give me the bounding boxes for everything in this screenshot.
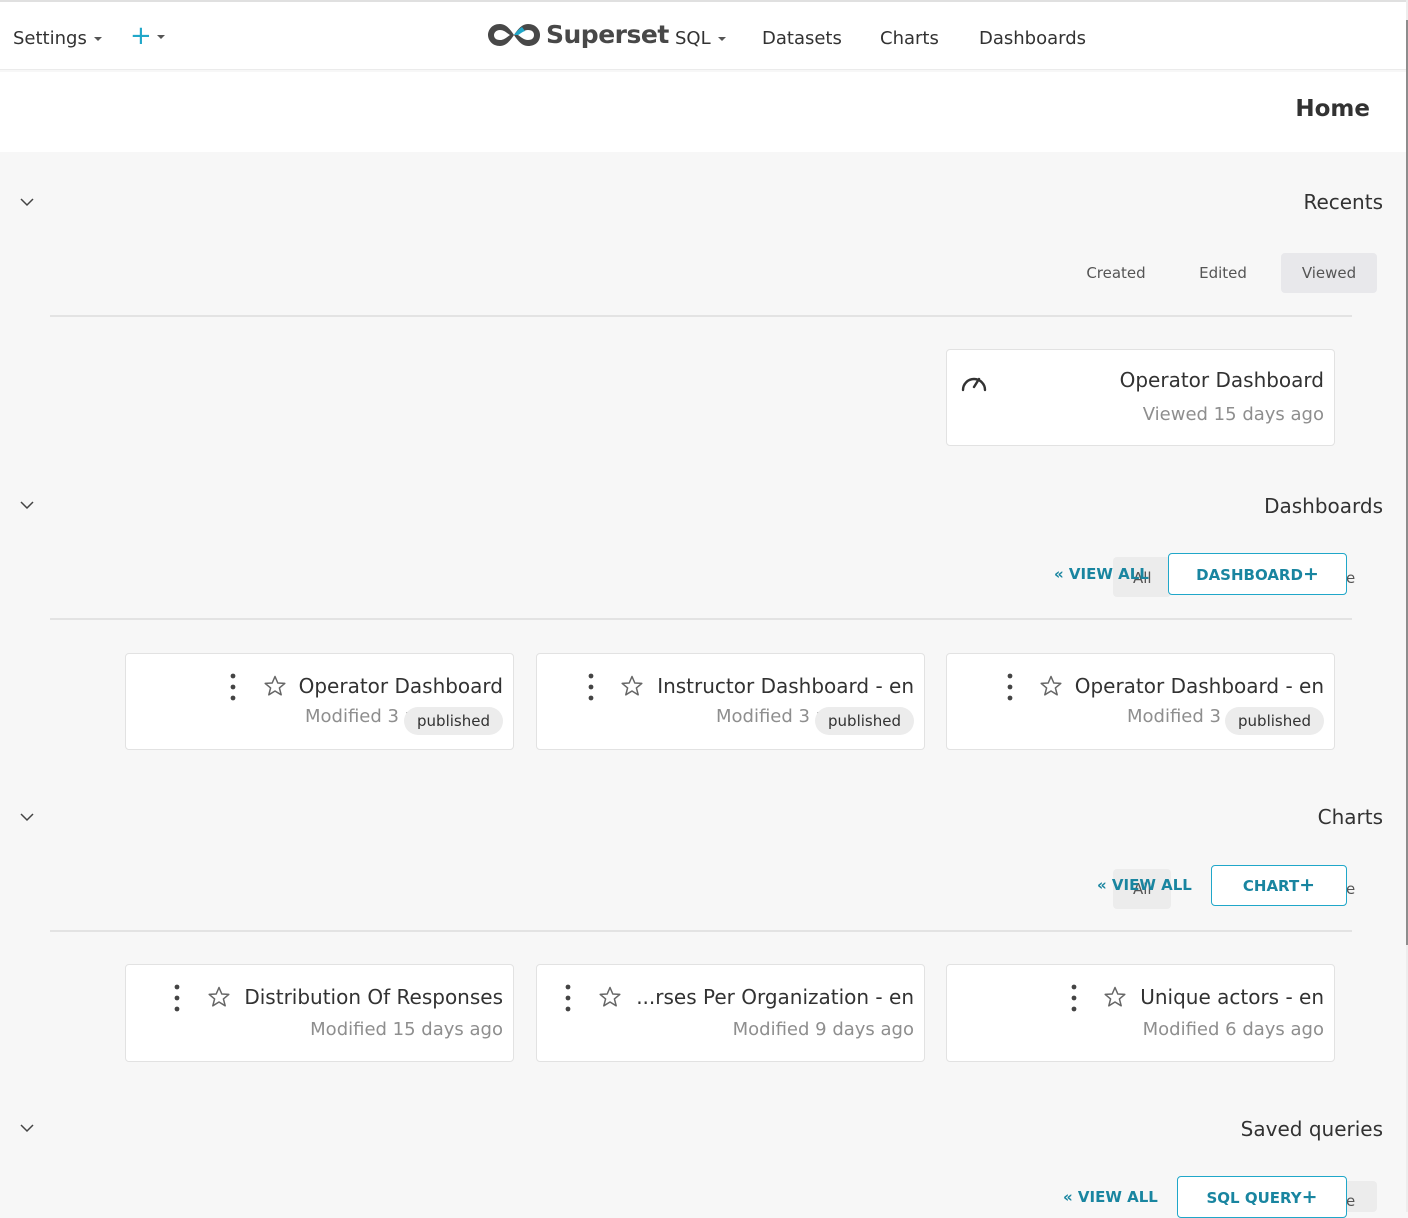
top-navbar: Settings + Superset SQL Datasets Charts … [0,0,1406,70]
add-dashboard-button[interactable]: DASHBOARD+ [1168,553,1347,595]
dashboards-view-all-link[interactable]: « VIEW ALL [1054,565,1149,583]
tab-overflow-text: e [1346,569,1356,587]
settings-menu[interactable]: Settings [13,28,102,49]
plus-icon: + [1302,563,1319,585]
plus-icon: + [130,21,152,51]
tab-edited[interactable]: Edited [1185,253,1261,293]
section-divider [50,930,1352,932]
sql-label: SQL [675,28,711,49]
page-header: Home [0,72,1406,152]
add-new-menu[interactable]: + [130,21,165,51]
recents-title[interactable]: Recents [1303,190,1383,214]
chart-card-title[interactable]: Unique actors - en [1140,985,1324,1009]
chart-card[interactable]: Unique actors - en Modified 6 days ago [946,964,1335,1062]
chevron-down-icon[interactable] [20,810,34,824]
saved-queries-view-all-link[interactable]: « VIEW ALL [1063,1188,1158,1206]
recent-card-title[interactable]: Operator Dashboard [1120,368,1324,392]
chart-card-modified: Modified 15 days ago [310,1019,503,1040]
status-badge: published [815,707,914,735]
dashboard-card[interactable]: Operator Dashboard Modified 3 r publishe… [125,653,514,750]
chart-card-title[interactable]: ...rses Per Organization - en [636,985,914,1009]
chevron-down-icon [93,37,102,41]
tab-overflow-text: e [1346,880,1356,898]
charts-view-all-link[interactable]: « VIEW ALL [1097,876,1192,894]
dashboard-card-title[interactable]: Instructor Dashboard - en [657,674,914,698]
dashboard-card-modified: Modified 3 r [305,706,413,727]
chart-card-title[interactable]: Distribution Of Responses [244,985,503,1009]
dashboard-card-title[interactable]: Operator Dashboard [299,674,503,698]
star-icon[interactable] [263,674,287,698]
plus-icon: + [1301,1186,1318,1208]
dashboard-card-modified: Modified 3 r [716,706,824,727]
dashboard-card[interactable]: Instructor Dashboard - en Modified 3 r p… [536,653,925,750]
plus-icon: + [1299,874,1316,896]
saved-queries-title[interactable]: Saved queries [1241,1117,1383,1141]
recent-card-subtitle: Viewed 15 days ago [1142,404,1324,425]
more-options-icon[interactable] [1007,672,1013,702]
chart-card-modified: Modified 9 days ago [732,1019,914,1040]
dashboard-card[interactable]: Operator Dashboard - en Modified 3 r pub… [946,653,1335,750]
chart-card[interactable]: Distribution Of Responses Modified 15 da… [125,964,514,1062]
status-badge: published [404,707,503,735]
chevron-down-icon [717,37,726,41]
dashboards-title[interactable]: Dashboards [1264,494,1383,518]
star-icon[interactable] [1039,674,1063,698]
more-options-icon[interactable] [565,983,571,1013]
nav-charts[interactable]: Charts [880,28,939,49]
star-icon[interactable] [207,985,231,1009]
section-divider [50,315,1352,317]
chevron-down-icon [156,34,165,39]
recent-card[interactable]: Operator Dashboard Viewed 15 days ago [946,349,1335,446]
tab-overflow-text: e [1346,1192,1356,1210]
more-options-icon[interactable] [174,983,180,1013]
page-title: Home [1295,96,1370,122]
add-dashboard-label: DASHBOARD [1196,566,1303,584]
brand-name[interactable]: Superset [546,20,669,49]
add-sql-query-label: SQL QUERY [1206,1189,1302,1207]
status-badge: published [1225,707,1324,735]
chevron-down-icon[interactable] [20,498,34,512]
settings-label: Settings [13,28,87,49]
chevron-down-icon[interactable] [20,195,34,209]
charts-title[interactable]: Charts [1318,805,1383,829]
add-chart-button[interactable]: CHART+ [1211,865,1347,906]
dashboard-card-title[interactable]: Operator Dashboard - en [1075,674,1324,698]
add-chart-label: CHART [1242,877,1300,895]
star-icon[interactable] [1103,985,1127,1009]
more-options-icon[interactable] [588,672,594,702]
more-options-icon[interactable] [1071,983,1077,1013]
star-icon[interactable] [620,674,644,698]
star-icon[interactable] [598,985,622,1009]
more-options-icon[interactable] [230,672,236,702]
chart-card[interactable]: ...rses Per Organization - en Modified 9… [536,964,925,1062]
nav-dashboards[interactable]: Dashboards [979,28,1086,49]
chart-card-modified: Modified 6 days ago [1142,1019,1324,1040]
superset-logo-icon[interactable] [486,21,542,49]
tab-viewed[interactable]: Viewed [1281,253,1377,293]
sql-menu[interactable]: SQL [675,28,726,49]
tab-created[interactable]: Created [1075,253,1157,293]
nav-datasets[interactable]: Datasets [762,28,842,49]
dashboard-card-modified: Modified 3 r [1127,706,1235,727]
dashboard-gauge-icon [961,377,987,392]
chevron-down-icon[interactable] [20,1121,34,1135]
section-divider [50,618,1352,620]
